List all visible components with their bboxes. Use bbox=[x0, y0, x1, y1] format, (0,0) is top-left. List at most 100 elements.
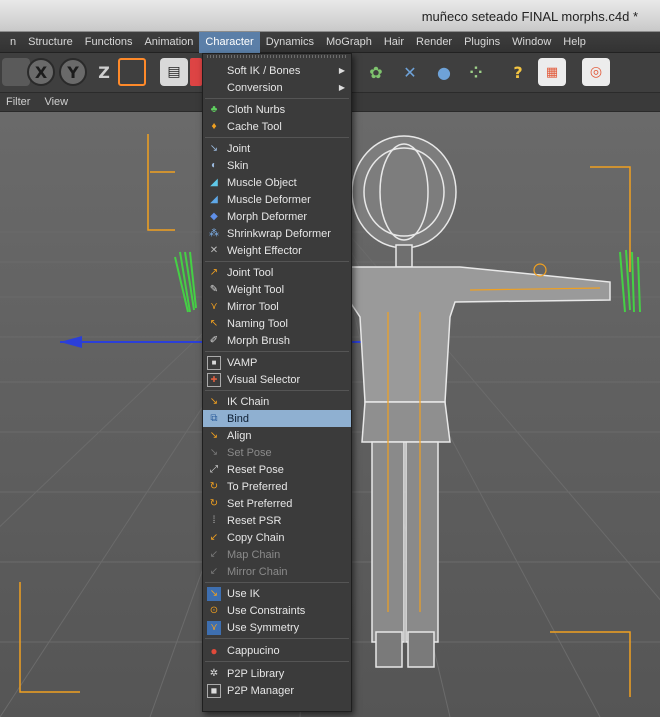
viewport-view-menu[interactable]: View bbox=[44, 96, 68, 108]
menu-item-mirror-chain[interactable]: ↙ Mirror Chain bbox=[203, 563, 351, 580]
menu-item-shrinkwrap-deformer[interactable]: ⁂ Shrinkwrap Deformer bbox=[203, 225, 351, 242]
menu-item-set-pose[interactable]: ↘ Set Pose bbox=[203, 444, 351, 461]
menu-structure[interactable]: Structure bbox=[22, 32, 79, 53]
to-preferred-icon: ↻ bbox=[209, 480, 219, 492]
particles-icon[interactable]: ⁘ bbox=[462, 58, 490, 86]
separator bbox=[205, 661, 349, 662]
use-ik-icon: ↘ bbox=[207, 586, 221, 601]
menu-item-cloth-nurbs[interactable]: ♣ Cloth Nurbs bbox=[203, 101, 351, 118]
naming-tool-icon: ↖ bbox=[209, 317, 219, 329]
world-coordinates-icon[interactable] bbox=[118, 58, 146, 86]
bind-icon: ⧉ bbox=[210, 412, 218, 424]
joint-icon: ↘ bbox=[209, 142, 219, 154]
menu-item-reset-psr[interactable]: ⁞ Reset PSR bbox=[203, 512, 351, 529]
menu-item-vamp[interactable]: ■ VAMP bbox=[203, 354, 351, 371]
shrinkwrap-deformer-icon: ⁂ bbox=[209, 227, 219, 239]
mirror-chain-icon: ↙ bbox=[209, 565, 219, 577]
menu-item-weight-tool[interactable]: ✎ Weight Tool bbox=[203, 281, 351, 298]
menu-item-use-ik[interactable]: ↘ Use IK bbox=[203, 585, 351, 602]
menu-item-morph-deformer[interactable]: ◆ Morph Deformer bbox=[203, 208, 351, 225]
menu-item-p2p-manager[interactable]: ◼ P2P Manager bbox=[203, 682, 351, 699]
menu-item-align[interactable]: ↘ Align bbox=[203, 427, 351, 444]
menu-item-mirror-tool[interactable]: ⋎ Mirror Tool bbox=[203, 298, 351, 315]
menu-item-p2p-library[interactable]: ✲ P2P Library bbox=[203, 665, 351, 682]
tearoff-grip[interactable] bbox=[207, 55, 347, 58]
submenu-arrow-icon: ▶ bbox=[338, 66, 345, 75]
viewport-filter-menu[interactable]: Filter bbox=[6, 96, 30, 108]
separator bbox=[205, 638, 349, 639]
menu-item-map-chain[interactable]: ↙ Map Chain bbox=[203, 546, 351, 563]
menu-item-conversion[interactable]: Conversion ▶ bbox=[203, 79, 351, 96]
chart-tool-icon[interactable]: ▦ bbox=[538, 58, 566, 86]
hidden-icon[interactable] bbox=[190, 58, 202, 86]
visual-selector-icon: ✚ bbox=[207, 372, 221, 387]
reset-pose-icon: ⤢ bbox=[210, 463, 218, 475]
menu-item-set-preferred[interactable]: ↻ Set Preferred bbox=[203, 495, 351, 512]
menu-item-use-constraints[interactable]: ⊙ Use Constraints bbox=[203, 602, 351, 619]
menu-animation[interactable]: Animation bbox=[138, 32, 199, 53]
menu-hair[interactable]: Hair bbox=[378, 32, 410, 53]
menu-item-reset-pose[interactable]: ⤢ Reset Pose bbox=[203, 461, 351, 478]
toolbar-edge-icon[interactable] bbox=[2, 58, 30, 86]
scene-icon[interactable]: ✕ bbox=[396, 58, 424, 86]
menu-item-morph-brush[interactable]: ✐ Morph Brush bbox=[203, 332, 351, 349]
menu-item-muscle-object[interactable]: ◢ Muscle Object bbox=[203, 174, 351, 191]
camera-icon[interactable]: ● bbox=[430, 58, 458, 86]
menu-item-ik-chain[interactable]: ↘ IK Chain bbox=[203, 393, 351, 410]
render-view-icon[interactable]: ▤ bbox=[160, 58, 188, 86]
cloth-nurbs-icon: ♣ bbox=[210, 103, 218, 115]
menu-item-joint-tool[interactable]: ↗ Joint Tool bbox=[203, 264, 351, 281]
deformer-icon[interactable]: ✿ bbox=[362, 58, 390, 86]
globe-render-icon[interactable]: ◎ bbox=[582, 58, 610, 86]
cache-tool-icon: ♦ bbox=[211, 120, 217, 132]
menu-item-muscle-deformer[interactable]: ◢ Muscle Deformer bbox=[203, 191, 351, 208]
menu-item-to-preferred[interactable]: ↻ To Preferred bbox=[203, 478, 351, 495]
menu-truncated[interactable]: n bbox=[4, 32, 22, 53]
menu-item-joint[interactable]: ↘ Joint bbox=[203, 140, 351, 157]
menu-mograph[interactable]: MoGraph bbox=[320, 32, 378, 53]
weight-tool-icon: ✎ bbox=[209, 283, 219, 295]
z-axis-lock-icon[interactable]: Z bbox=[90, 58, 118, 86]
menu-item-visual-selector[interactable]: ✚ Visual Selector bbox=[203, 371, 351, 388]
weight-effector-icon: ✕ bbox=[209, 244, 219, 256]
ik-chain-icon: ↘ bbox=[209, 395, 219, 407]
muscle-deformer-icon: ◢ bbox=[210, 193, 218, 205]
menu-item-naming-tool[interactable]: ↖ Naming Tool bbox=[203, 315, 351, 332]
window-titlebar: muñeco seteado FINAL morphs.c4d * bbox=[0, 0, 660, 32]
skin-icon: ◐ bbox=[210, 159, 218, 171]
align-icon: ↘ bbox=[209, 429, 219, 441]
menu-help[interactable]: Help bbox=[557, 32, 592, 53]
menu-item-copy-chain[interactable]: ↙ Copy Chain bbox=[203, 529, 351, 546]
menu-functions[interactable]: Functions bbox=[79, 32, 139, 53]
menu-item-use-symmetry[interactable]: ⋎ Use Symmetry bbox=[203, 619, 351, 636]
use-symmetry-icon: ⋎ bbox=[207, 620, 221, 635]
menu-window[interactable]: Window bbox=[506, 32, 557, 53]
menu-item-soft-ik-bones[interactable]: Soft IK / Bones ▶ bbox=[203, 62, 351, 79]
muscle-object-icon: ◢ bbox=[210, 176, 218, 188]
separator bbox=[205, 98, 349, 99]
reset-psr-icon: ⁞ bbox=[212, 514, 216, 526]
x-axis-lock-icon[interactable]: X bbox=[27, 58, 55, 86]
menu-item-skin[interactable]: ◐ Skin bbox=[203, 157, 351, 174]
separator bbox=[205, 137, 349, 138]
submenu-arrow-icon: ▶ bbox=[338, 83, 345, 92]
set-pose-icon: ↘ bbox=[209, 446, 219, 458]
menu-character[interactable]: Character bbox=[199, 31, 260, 53]
separator bbox=[205, 261, 349, 262]
menu-item-cache-tool[interactable]: ♦ Cache Tool bbox=[203, 118, 351, 135]
help-cursor-icon[interactable]: ? bbox=[504, 58, 532, 86]
y-axis-lock-icon[interactable]: Y bbox=[59, 58, 87, 86]
blank-icon bbox=[207, 64, 221, 78]
morph-deformer-icon: ◆ bbox=[210, 210, 218, 222]
separator bbox=[205, 390, 349, 391]
menu-item-weight-effector[interactable]: ✕ Weight Effector bbox=[203, 242, 351, 259]
menu-dynamics[interactable]: Dynamics bbox=[260, 32, 320, 53]
menu-plugins[interactable]: Plugins bbox=[458, 32, 506, 53]
copy-chain-icon: ↙ bbox=[209, 531, 219, 543]
vamp-icon: ■ bbox=[207, 355, 221, 370]
menu-item-bind[interactable]: ⧉ Bind bbox=[203, 410, 351, 427]
character-menu: Soft IK / Bones ▶ Conversion ▶ ♣ Cloth N… bbox=[202, 53, 352, 712]
p2p-library-icon: ✲ bbox=[209, 667, 219, 679]
menu-item-cappucino[interactable]: ● Cappucino bbox=[203, 642, 351, 659]
menu-render[interactable]: Render bbox=[410, 32, 458, 53]
